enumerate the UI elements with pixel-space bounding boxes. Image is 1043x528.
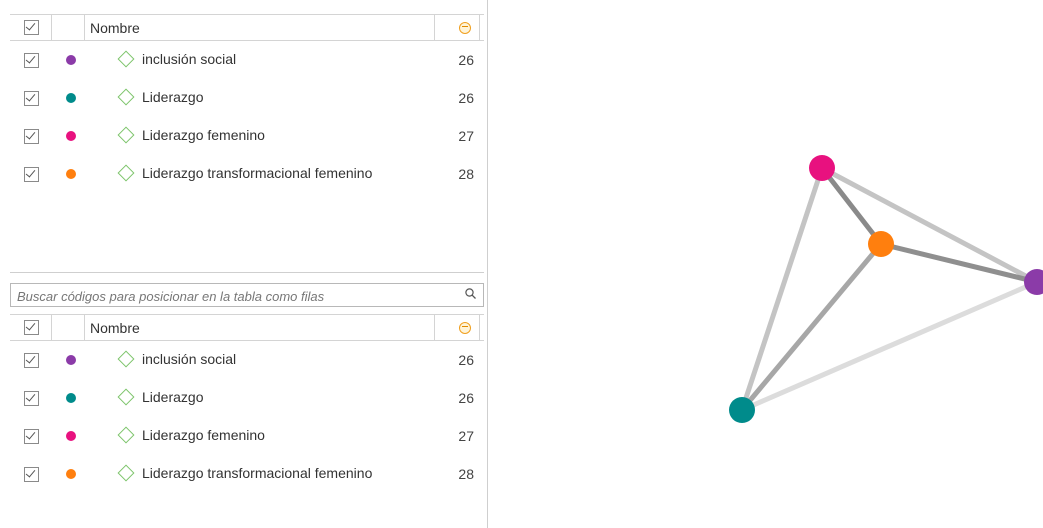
edge-femenino-inclusion [819, 165, 1040, 285]
row-checkbox[interactable] [24, 467, 39, 482]
code-icon [117, 388, 135, 406]
code-cooccurrence-map [729, 155, 1043, 423]
table-row[interactable]: Liderazgo transformacional femenino 28 [10, 455, 484, 493]
name-column-header[interactable]: Nombre [90, 20, 140, 36]
search-icon[interactable] [465, 288, 476, 299]
table-row[interactable]: inclusión social 26 [10, 341, 484, 379]
edge-transformacional-liderazgo [739, 241, 884, 413]
table-row[interactable]: Liderazgo femenino 27 [10, 417, 484, 455]
code-count: 28 [458, 466, 474, 482]
code-color-dot [66, 431, 76, 441]
code-icon [117, 126, 135, 144]
top-code-table: Nombre inclusión social 26 Liderazgo 26 … [10, 14, 484, 193]
edge-femenino-liderazgo [739, 165, 825, 413]
row-checkbox[interactable] [24, 129, 39, 144]
code-icon [117, 50, 135, 68]
code-icon [117, 350, 135, 368]
edge-transformacional-inclusion [878, 241, 1040, 285]
code-count: 26 [458, 352, 474, 368]
table-row[interactable]: Liderazgo 26 [10, 379, 484, 417]
node-liderazgo-transformacional-femenino[interactable] [868, 231, 894, 257]
select-all-checkbox[interactable] [24, 20, 39, 35]
table-header: Nombre [10, 14, 484, 41]
select-all-column-header[interactable] [10, 315, 52, 340]
code-count: 27 [458, 128, 474, 144]
name-column-header[interactable]: Nombre [90, 320, 140, 336]
code-icon [117, 88, 135, 106]
code-label: inclusión social [142, 51, 237, 67]
select-all-checkbox[interactable] [24, 320, 39, 335]
code-count: 26 [458, 90, 474, 106]
code-search-box[interactable] [10, 283, 484, 307]
table-row[interactable]: inclusión social 26 [10, 41, 484, 79]
edge-inclusion-liderazgo [739, 279, 1040, 413]
code-count: 26 [458, 52, 474, 68]
code-search-input[interactable] [15, 286, 459, 306]
frequency-icon [459, 322, 471, 334]
table-row[interactable]: Liderazgo 26 [10, 79, 484, 117]
code-icon [117, 464, 135, 482]
code-count: 28 [458, 166, 474, 182]
row-checkbox[interactable] [24, 53, 39, 68]
code-tables-panel: Nombre inclusión social 26 Liderazgo 26 … [0, 0, 488, 528]
code-color-dot [66, 355, 76, 365]
node-liderazgo-femenino[interactable] [809, 155, 835, 181]
code-color-dot [66, 131, 76, 141]
frequency-column-header[interactable] [434, 315, 480, 340]
code-label: inclusión social [142, 351, 237, 367]
code-label: Liderazgo femenino [142, 427, 265, 443]
code-label: Liderazgo [142, 89, 204, 105]
row-checkbox[interactable] [24, 353, 39, 368]
code-label: Liderazgo transformacional femenino [142, 165, 373, 181]
row-checkbox[interactable] [24, 91, 39, 106]
table-row[interactable]: Liderazgo femenino 27 [10, 117, 484, 155]
code-label: Liderazgo femenino [142, 127, 265, 143]
edge-femenino-transformacional [819, 165, 884, 247]
code-color-dot [66, 393, 76, 403]
code-color-dot [66, 93, 76, 103]
code-icon [117, 426, 135, 444]
code-icon [117, 164, 135, 182]
code-count: 27 [458, 428, 474, 444]
select-all-column-header[interactable] [10, 15, 52, 40]
color-column-header[interactable] [52, 315, 85, 340]
code-color-dot [66, 469, 76, 479]
code-count: 26 [458, 390, 474, 406]
panel-splitter[interactable] [10, 272, 484, 273]
frequency-column-header[interactable] [434, 15, 480, 40]
node-inclusion-social[interactable] [1024, 269, 1043, 295]
code-label: Liderazgo [142, 389, 204, 405]
row-checkbox[interactable] [24, 429, 39, 444]
row-checkbox[interactable] [24, 391, 39, 406]
row-checkbox[interactable] [24, 167, 39, 182]
table-header: Nombre [10, 314, 484, 341]
code-color-dot [66, 169, 76, 179]
table-row[interactable]: Liderazgo transformacional femenino 28 [10, 155, 484, 193]
frequency-icon [459, 22, 471, 34]
code-label: Liderazgo transformacional femenino [142, 465, 373, 481]
color-column-header[interactable] [52, 15, 85, 40]
bottom-code-table: Nombre inclusión social 26 Liderazgo 26 … [10, 314, 484, 493]
code-color-dot [66, 55, 76, 65]
node-liderazgo[interactable] [729, 397, 755, 423]
